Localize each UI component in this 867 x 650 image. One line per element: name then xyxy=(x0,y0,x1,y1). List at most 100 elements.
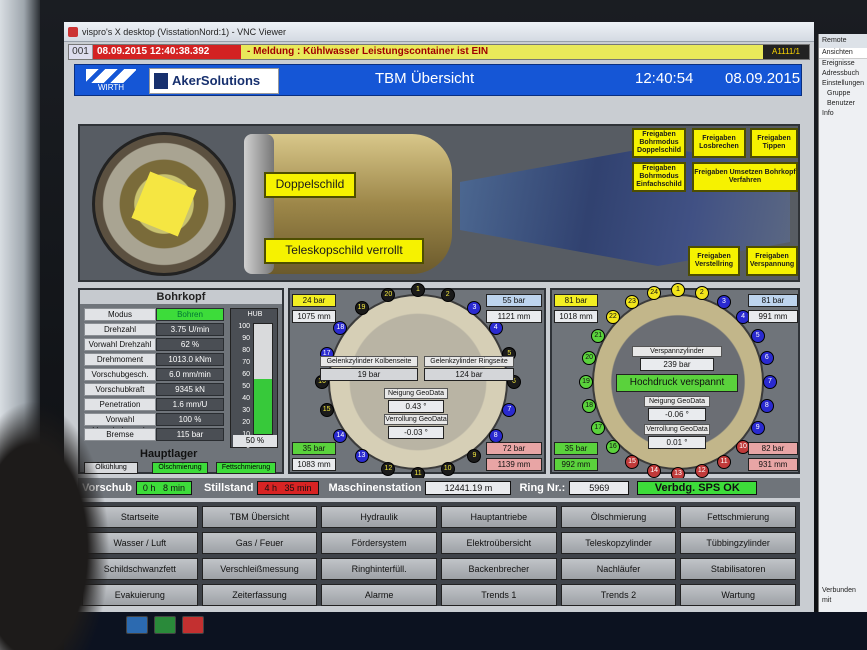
hub-scale: 1009080706050403020100 xyxy=(232,321,250,450)
doppelschild-button[interactable]: Doppelschild xyxy=(264,172,356,198)
remote-item[interactable]: Info xyxy=(819,109,867,119)
alarm-message: - Meldung : Kühlwasser Leistungscontaine… xyxy=(247,46,489,57)
nav-button-hauptantriebe[interactable]: Hauptantriebe xyxy=(440,506,557,528)
cylinder-cap[interactable]: 16 xyxy=(605,440,620,455)
nav-button-trends-2[interactable]: Trends 2 xyxy=(560,584,677,606)
freigaben-tippen-button[interactable]: Freigaben Tippen xyxy=(750,128,798,158)
bohrkopf-row: Drehzahl 3.75 U/min xyxy=(84,323,224,336)
ringseite-label: Gelenkzylinder Ringseite xyxy=(424,356,514,367)
left-tr-bar: 55 bar xyxy=(486,294,542,307)
remote-item[interactable]: Adressbuch xyxy=(819,69,867,79)
remote-item[interactable]: Gruppe xyxy=(819,89,867,99)
cylinder-cap[interactable]: 3 xyxy=(717,295,731,310)
freigaben-einfachschild-button[interactable]: Freigaben Bohrmodus Einfachschild xyxy=(632,162,686,192)
cylinder-cap[interactable]: 10 xyxy=(440,462,455,477)
cylinder-cap[interactable]: 5 xyxy=(750,329,765,343)
nav-button-fördersystem[interactable]: Fördersystem xyxy=(321,532,437,554)
cylinder-cap[interactable]: 9 xyxy=(467,449,482,464)
freigaben-umsetzen-button[interactable]: Freigaben Umsetzen Bohrkopf Verfahren xyxy=(692,162,798,192)
modus-value: Bohren xyxy=(156,308,224,321)
ring-nr-value: 5969 xyxy=(569,481,630,495)
nav-button-teleskopzylinder[interactable]: Teleskopzylinder xyxy=(560,532,677,554)
cylinder-cap[interactable]: 14 xyxy=(647,463,662,478)
cylinder-cap[interactable]: 1 xyxy=(671,283,685,297)
hub-scale-tick: 30 xyxy=(242,407,250,414)
nav-button-tbm-übersicht[interactable]: TBM Übersicht xyxy=(201,506,318,528)
left-br-bar: 72 bar xyxy=(486,442,542,455)
nav-button-backenbrecher[interactable]: Backenbrecher xyxy=(440,558,557,580)
taskbar-vnc-icon[interactable] xyxy=(182,616,204,634)
freigaben-verspannung-button[interactable]: Freigaben Verspannung xyxy=(746,246,798,276)
cylinder-cap[interactable]: 20 xyxy=(381,287,396,302)
cutterhead-graphic xyxy=(92,132,236,276)
cylinder-cap[interactable]: 13 xyxy=(354,449,369,464)
cylinder-cap[interactable]: 12 xyxy=(694,463,709,478)
nav-button-gas-feuer[interactable]: Gas / Feuer xyxy=(201,532,318,554)
remote-tab[interactable]: Ansichten xyxy=(819,48,867,59)
cylinder-cap[interactable]: 18 xyxy=(582,398,597,413)
cylinder-cap[interactable]: 3 xyxy=(467,300,482,315)
alarm-bar[interactable]: 001 08.09.2015 12:40:38.392 - Meldung : … xyxy=(68,44,810,60)
cylinder-cap[interactable]: 8 xyxy=(759,398,774,413)
taskbar-app-icon[interactable] xyxy=(154,616,176,634)
nav-button-verschleißmessung[interactable]: Verschleißmessung xyxy=(201,558,318,580)
cylinder-cap[interactable]: 6 xyxy=(759,351,774,366)
cylinder-cap[interactable]: 8 xyxy=(488,429,503,444)
cylinder-cap[interactable]: 12 xyxy=(381,462,396,477)
right-tl-bar: 81 bar xyxy=(554,294,598,307)
alarm-number: 001 xyxy=(69,45,93,59)
nav-button-ölschmierung[interactable]: Ölschmierung xyxy=(560,506,677,528)
hub-tube xyxy=(253,323,273,435)
cylinder-cap[interactable]: 15 xyxy=(625,454,639,469)
page-header: WIRTH AkerSolutions TBM Übersicht 12:40:… xyxy=(74,64,802,96)
freigaben-verstellring-button[interactable]: Freigaben Verstellring xyxy=(688,246,740,276)
nav-button-tübbingzylinder[interactable]: Tübbingzylinder xyxy=(680,532,796,554)
page-title: TBM Übersicht xyxy=(375,70,475,87)
cylinder-cap[interactable]: 2 xyxy=(694,286,709,301)
remote-footer: Verbunden mit xyxy=(822,587,856,604)
nav-button-zeiterfassung[interactable]: Zeiterfassung xyxy=(201,584,318,606)
remote-item[interactable]: Einstellungen xyxy=(819,79,867,89)
nav-button-hydraulik[interactable]: Hydraulik xyxy=(321,506,437,528)
teleskopschild-button[interactable]: Teleskopschild verrollt xyxy=(264,238,424,264)
fettschmierung-indicator[interactable]: Fettschmierung xyxy=(216,462,276,474)
cylinder-cap[interactable]: 4 xyxy=(488,320,503,335)
tbm-overview-panel: Doppelschild Teleskopschild verrollt Fre… xyxy=(78,124,800,282)
remote-item[interactable]: Benutzer xyxy=(819,99,867,109)
taskbar-folder-icon[interactable] xyxy=(126,616,148,634)
nav-button-alarme[interactable]: Alarme xyxy=(321,584,437,606)
aker-logo: AkerSolutions xyxy=(149,68,279,94)
remote-item[interactable]: Ereignisse xyxy=(819,59,867,69)
cylinder-cap[interactable]: 7 xyxy=(763,375,777,389)
nav-button-trends-1[interactable]: Trends 1 xyxy=(440,584,557,606)
cylinder-cap[interactable]: 9 xyxy=(750,421,765,435)
nav-button-stabilisatoren[interactable]: Stabilisatoren xyxy=(680,558,796,580)
remote-window-title[interactable]: Remote xyxy=(819,34,867,48)
oelschmierung-indicator[interactable]: Ölschmierung xyxy=(152,462,208,474)
nav-button-ringhinterfüll-[interactable]: Ringhinterfüll. xyxy=(321,558,437,580)
cylinder-cap[interactable]: 19 xyxy=(354,300,369,315)
right-bl-mm: 992 mm xyxy=(554,458,598,471)
bohrkopf-row: Vorschubkraft 9345 kN xyxy=(84,383,224,396)
right-br-mm: 931 mm xyxy=(748,458,798,471)
nav-button-wartung[interactable]: Wartung xyxy=(680,584,796,606)
hochdruck-status: Hochdruck verspannt xyxy=(616,374,738,392)
cylinder-cap[interactable]: 17 xyxy=(591,421,606,435)
nav-button-elektroübersicht[interactable]: Elektroübersicht xyxy=(440,532,557,554)
cylinder-cap[interactable]: 2 xyxy=(440,287,455,302)
left-neigung-value: 0.43 ° xyxy=(388,400,444,413)
cylinder-cap[interactable]: 11 xyxy=(717,454,731,469)
nav-button-fettschmierung[interactable]: Fettschmierung xyxy=(680,506,796,528)
cylinder-cap[interactable]: 1 xyxy=(411,283,425,297)
freigaben-doppelschild-button[interactable]: Freigaben Bohrmodus Doppelschild xyxy=(632,128,686,158)
cylinder-cap[interactable]: 14 xyxy=(333,429,348,444)
cylinder-cap[interactable]: 7 xyxy=(502,403,517,418)
left-tl-bar: 24 bar xyxy=(292,294,336,307)
nav-button-nachläufer[interactable]: Nachläufer xyxy=(560,558,677,580)
cylinder-cap[interactable]: 19 xyxy=(579,375,593,389)
stillstand-label: Stillstand xyxy=(203,482,254,494)
cylinder-cap[interactable]: 15 xyxy=(319,403,334,418)
freigaben-losbrechen-button[interactable]: Freigaben Losbrechen xyxy=(692,128,746,158)
left-bl-bar: 35 bar xyxy=(292,442,336,455)
cylinder-cap[interactable]: 22 xyxy=(605,309,620,324)
